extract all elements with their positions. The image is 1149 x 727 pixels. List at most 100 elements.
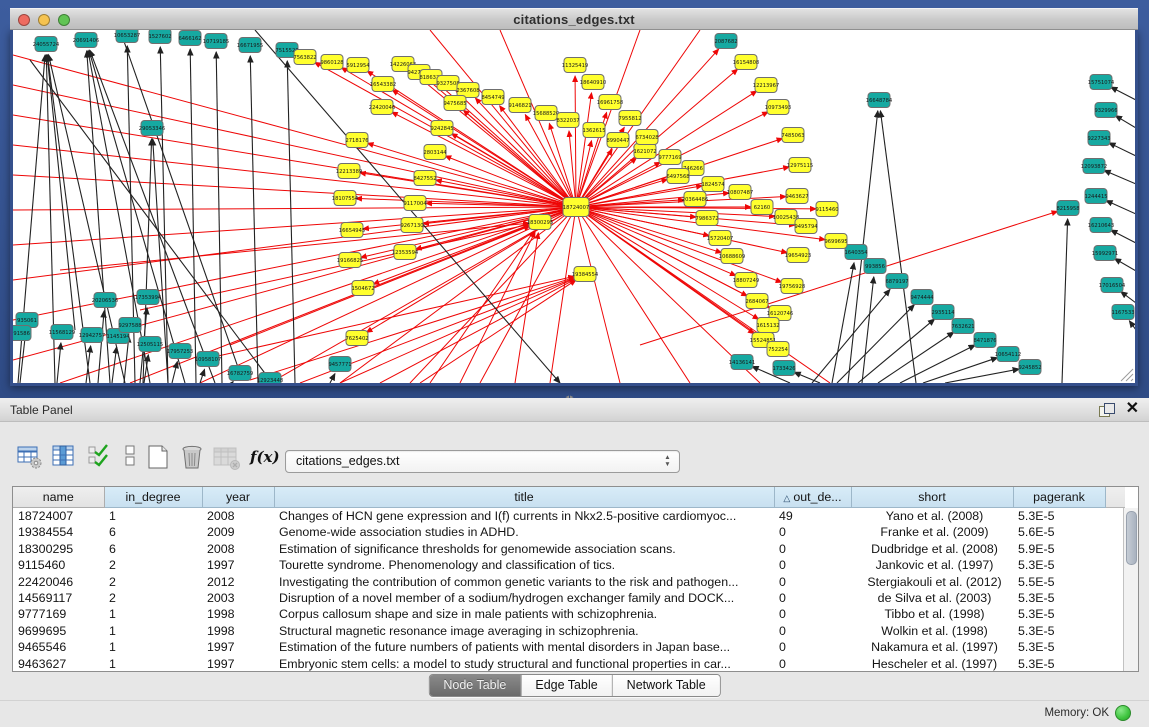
resize-grip-icon[interactable] [1121,369,1133,381]
network-node[interactable]: 9475685 [443,96,466,111]
network-node[interactable]: 22420046 [369,100,395,115]
column-header-title[interactable]: title [274,487,774,508]
cell-pagerank[interactable]: 5.3E-5 [1013,606,1105,622]
network-node[interactable]: 9267130 [400,218,423,233]
cell-title[interactable]: Changes of HCN gene expression and I(f) … [274,508,774,525]
network-node[interactable]: 18640910 [580,75,606,90]
network-node[interactable]: 1362615 [582,123,605,138]
cell-name[interactable]: 9463627 [13,656,104,672]
cell-in-degree[interactable]: 1 [104,639,202,655]
network-node[interactable]: 29053346 [139,121,165,136]
network-node[interactable]: 11325419 [562,58,588,73]
network-node[interactable]: 15688520 [533,106,559,121]
cell-short[interactable]: Dudbridge et al. (2008) [851,541,1013,557]
network-edge[interactable] [1115,116,1135,128]
network-edge[interactable] [576,207,690,383]
cell-out-degree[interactable]: 49 [774,508,851,525]
network-edge[interactable] [98,311,104,383]
cell-pagerank[interactable]: 5.3E-5 [1013,623,1105,639]
tab-node-table[interactable]: Node Table [429,675,521,696]
network-node[interactable]: 17957253 [167,344,193,359]
table-row[interactable]: 1456911722003Disruption of a novel membe… [13,590,1125,606]
network-edge[interactable] [515,233,538,383]
network-node[interactable]: 15720407 [707,231,733,246]
network-node[interactable]: 15751074 [1088,75,1115,90]
network-edge[interactable] [232,382,233,383]
cell-short[interactable]: Franke et al. (2009) [851,524,1013,540]
table-vertical-scrollbar[interactable] [1123,508,1138,671]
cell-year[interactable]: 2003 [202,590,274,606]
network-node[interactable]: 14136141 [729,355,755,370]
network-node[interactable]: 6879197 [885,274,908,289]
network-node[interactable]: 6734028 [635,130,658,145]
cell-out-degree[interactable]: 0 [774,557,851,573]
tab-edge-table[interactable]: Edge Table [521,675,612,696]
cell-year[interactable]: 1998 [202,623,274,639]
network-edge[interactable] [832,263,854,383]
float-panel-icon[interactable] [1099,403,1115,417]
network-node[interactable]: 2803144 [423,145,447,160]
network-node[interactable]: 19166825 [337,253,363,268]
cell-year[interactable]: 2009 [202,524,274,540]
table-row[interactable]: 1872400712008Changes of HCN gene express… [13,508,1125,525]
new-column-icon[interactable] [146,444,174,474]
network-edge[interactable] [480,207,576,383]
network-edge[interactable] [1106,201,1135,214]
network-edge[interactable] [13,115,576,207]
network-node[interactable]: 18107554 [332,191,359,206]
network-node[interactable]: 9297588 [118,318,141,333]
column-header-year[interactable]: year [202,487,274,508]
network-edge[interactable] [451,134,576,207]
cell-in-degree[interactable]: 2 [104,590,202,606]
cell-title[interactable]: Corpus callosum shape and size in male p… [274,606,774,622]
cell-year[interactable]: 1997 [202,639,274,655]
cell-title[interactable]: Disruption of a novel member of a sodium… [274,590,774,606]
network-edge[interactable] [160,47,168,383]
window-titlebar[interactable]: citations_edges.txt [10,8,1138,30]
cell-name[interactable]: 18724007 [13,508,104,525]
cell-name[interactable]: 9465546 [13,639,104,655]
network-node[interactable]: 16961758 [597,95,623,110]
network-node[interactable]: 8471876 [973,333,996,348]
network-node[interactable]: 12213389 [336,164,362,179]
network-node[interactable]: 10653287 [114,30,140,43]
network-node[interactable]: 11568129 [49,325,75,340]
network-edge[interactable] [330,374,335,383]
cell-out-degree[interactable]: 0 [774,623,851,639]
table-row[interactable]: 2242004622012Investigating the contribut… [13,574,1125,590]
network-node[interactable]: 19384554 [572,267,599,282]
network-node[interactable]: 10719185 [203,34,229,49]
select-rows-icon[interactable] [88,444,116,474]
network-node[interactable]: 15992971 [1092,246,1118,261]
network-edge[interactable] [13,207,576,280]
column-header-in-degree[interactable]: in_degree [104,487,202,508]
network-node[interactable]: 8454749 [481,90,504,105]
network-node[interactable]: 8990447 [606,133,629,148]
network-node[interactable]: 16671955 [237,38,263,53]
network-edge[interactable] [576,207,830,383]
network-node[interactable]: 2718176 [345,133,368,148]
network-edge[interactable] [575,76,576,207]
cell-pagerank[interactable]: 5.3E-5 [1013,639,1105,655]
column-header-out-degree[interactable]: △out_de... [774,487,851,508]
cell-pagerank[interactable]: 5.9E-5 [1013,541,1105,557]
network-node[interactable]: 1504672 [351,281,374,296]
cell-pagerank[interactable]: 5.3E-5 [1013,557,1105,573]
network-node[interactable]: 10958107 [195,352,221,367]
table-row[interactable]: 911546021997Tourette syndrome. Phenomeno… [13,557,1125,573]
network-node[interactable]: 18724007 [563,198,589,217]
cell-short[interactable]: Tibbo et al. (1998) [851,606,1013,622]
network-node[interactable]: 1621072 [633,144,656,159]
cell-year[interactable]: 2008 [202,508,274,525]
cell-out-degree[interactable]: 0 [774,590,851,606]
network-node[interactable]: 1527602 [148,30,171,44]
network-edge[interactable] [1129,321,1135,330]
cell-in-degree[interactable]: 6 [104,541,202,557]
network-edge[interactable] [640,211,1058,345]
cell-in-degree[interactable]: 1 [104,656,202,672]
network-node[interactable]: 8215958 [1056,201,1079,216]
network-node[interactable]: 9457771 [328,357,351,372]
cell-title[interactable]: Structural magnetic resonance image aver… [274,623,774,639]
network-edge[interactable] [1121,292,1135,303]
network-node[interactable]: 20206536 [92,293,118,308]
